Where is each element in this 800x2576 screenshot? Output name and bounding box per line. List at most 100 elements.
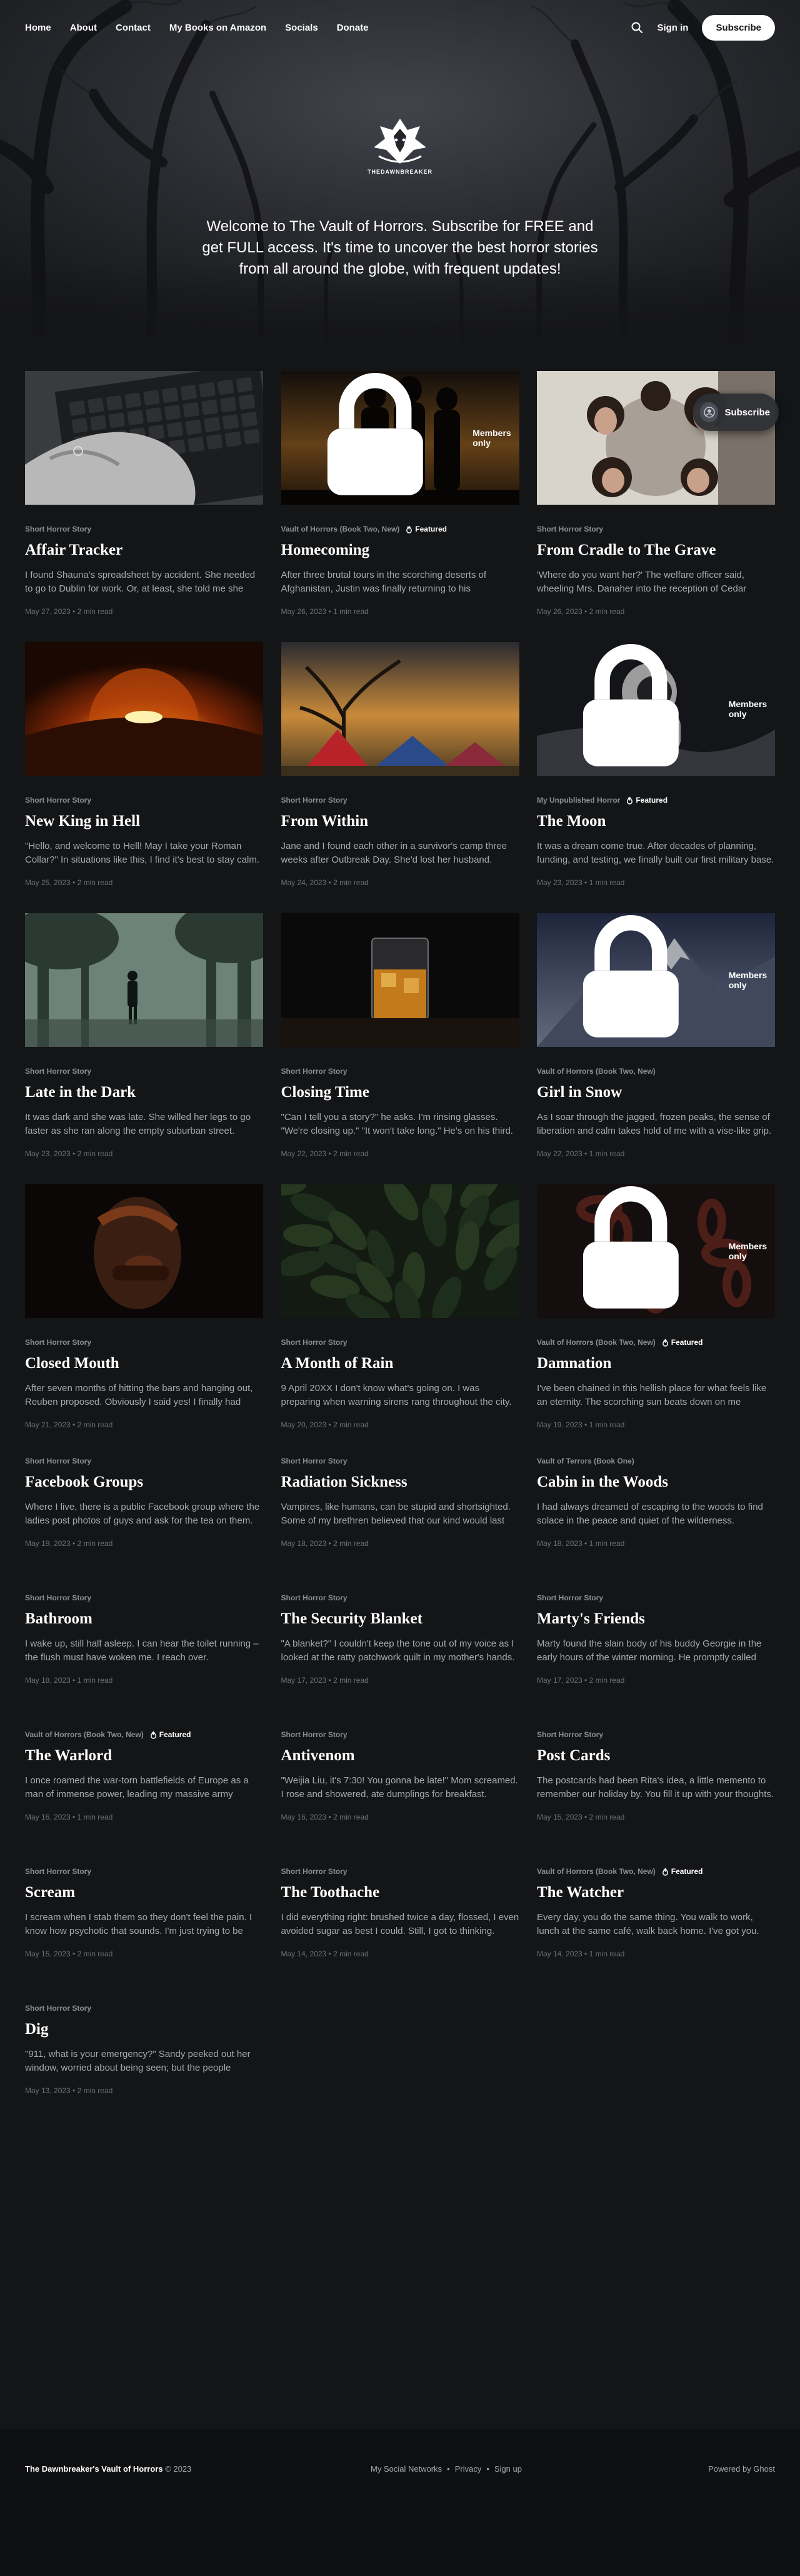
post-image[interactable] [25,642,263,776]
site-logo[interactable]: THEDAWNBREAKER [0,117,800,175]
post-title[interactable]: Marty's Friends [537,1610,775,1628]
post-tag[interactable]: Vault of Horrors (Book Two, New) [25,1730,144,1739]
post-title[interactable]: Closing Time [281,1083,519,1102]
post-card[interactable]: Short Horror Story From Within Jane and I … [281,642,519,913]
floating-subscribe-button[interactable]: Subscribe [692,394,779,431]
post-card[interactable]: Vault of Horrors (Book Two, New) Featured… [25,1729,263,1866]
nav-home[interactable]: Home [25,22,51,33]
post-title[interactable]: Scream [25,1883,263,1902]
nav-books-amazon[interactable]: My Books on Amazon [169,22,266,33]
post-title[interactable]: Facebook Groups [25,1473,263,1492]
post-title[interactable]: Post Cards [537,1746,775,1765]
post-image[interactable] [25,1184,263,1318]
post-tag[interactable]: Vault of Horrors (Book Two, New) [537,1867,656,1876]
post-title[interactable]: The Toothache [281,1883,519,1902]
post-title[interactable]: Homecoming [281,541,519,560]
footer-site-name[interactable]: The Dawnbreaker's Vault of Horrors [25,2464,163,2474]
post-tag[interactable]: Vault of Terrors (Book One) [537,1457,634,1465]
post-card[interactable]: Short Horror Story Post Cards The postcard… [537,1729,775,1866]
post-title[interactable]: Girl in Snow [537,1083,775,1102]
post-title[interactable]: Bathroom [25,1610,263,1628]
post-card[interactable]: Short Horror Story Bathroom I wake up, sti… [25,1592,263,1729]
post-title[interactable]: Antivenom [281,1746,519,1765]
nav-contact[interactable]: Contact [116,22,151,33]
post-card[interactable]: Short Horror Story The Toothache I did eve… [281,1866,519,2003]
post-tag[interactable]: Short Horror Story [537,1593,603,1602]
post-card[interactable]: Members only Vault of Horrors (Book Two, … [537,1184,775,1455]
post-title[interactable]: The Moon [537,812,775,831]
post-tag[interactable]: Short Horror Story [281,1593,348,1602]
post-title[interactable]: Closed Mouth [25,1354,263,1373]
post-title[interactable]: New King in Hell [25,812,263,831]
post-image[interactable] [281,913,519,1047]
post-card[interactable]: Short Horror Story Radiation Sickness Vamp… [281,1455,519,1592]
post-image[interactable] [281,1184,519,1318]
nav-donate[interactable]: Donate [337,22,369,33]
post-card[interactable]: Members only Vault of Horrors (Book Two, … [281,371,519,642]
post-card[interactable]: Short Horror Story Scream I scream when I … [25,1866,263,2003]
post-card[interactable]: Vault of Terrors (Book One) Cabin in the … [537,1455,775,1592]
post-card[interactable]: Members only My Unpublished Horror Feature… [537,642,775,913]
post-card[interactable]: Short Horror Story Closing Time "Can I tel… [281,913,519,1184]
post-tag[interactable]: Short Horror Story [281,1338,348,1347]
post-image[interactable] [25,913,263,1047]
post-card[interactable]: Short Horror Story Dig "911, what is your … [25,2003,263,2139]
post-title[interactable]: From Cradle to The Grave [537,541,775,560]
post-tag[interactable]: Short Horror Story [281,796,348,805]
post-tag[interactable]: Vault of Horrors (Book Two, New) [537,1338,656,1347]
post-image[interactable] [25,371,263,505]
post-tag[interactable]: Short Horror Story [537,525,603,533]
post-image[interactable]: Members only [537,913,775,1047]
post-title[interactable]: The Warlord [25,1746,263,1765]
post-card[interactable]: Short Horror Story Antivenom "Weijia Liu, … [281,1729,519,1866]
post-tag[interactable]: Short Horror Story [25,1867,91,1876]
post-title[interactable]: Cabin in the Woods [537,1473,775,1492]
nav-about[interactable]: About [70,22,97,33]
post-card[interactable]: Short Horror Story The Security Blanket "A… [281,1592,519,1729]
post-title[interactable]: Affair Tracker [25,541,263,560]
post-title[interactable]: The Security Blanket [281,1610,519,1628]
signin-link[interactable]: Sign in [657,22,688,33]
post-tag[interactable]: Short Horror Story [25,1067,91,1076]
post-title[interactable]: From Within [281,812,519,831]
post-card[interactable]: Short Horror Story Affair Tracker I found … [25,371,263,642]
post-image[interactable]: Members only [537,1184,775,1318]
post-tag[interactable]: Short Horror Story [281,1730,348,1739]
post-image[interactable] [537,371,775,505]
subscribe-button[interactable]: Subscribe [702,14,775,41]
post-tag[interactable]: Short Horror Story [281,1067,348,1076]
post-card[interactable]: Vault of Horrors (Book Two, New) Featured… [537,1866,775,2003]
nav-socials[interactable]: Socials [285,22,318,33]
post-title[interactable]: Damnation [537,1354,775,1373]
post-card[interactable]: Short Horror Story New King in Hell "Hello… [25,642,263,913]
footer-link-privacy[interactable]: Privacy [455,2464,482,2474]
post-tag[interactable]: Short Horror Story [25,525,91,533]
post-card[interactable]: Short Horror Story Closed Mouth After seve… [25,1184,263,1455]
post-image[interactable]: Members only [537,642,775,776]
post-card[interactable]: Members only Vault of Horrors (Book Two, … [537,913,775,1184]
post-title[interactable]: The Watcher [537,1883,775,1902]
post-tag[interactable]: Vault of Horrors (Book Two, New) [281,525,400,533]
post-tag[interactable]: My Unpublished Horror [537,796,620,805]
powered-by-ghost[interactable]: Powered by Ghost [708,2464,775,2474]
search-icon[interactable] [631,21,643,34]
post-tag[interactable]: Short Horror Story [25,2004,91,2013]
post-card[interactable]: Short Horror Story Late in the Dark It was… [25,913,263,1184]
post-title[interactable]: A Month of Rain [281,1354,519,1373]
post-tag[interactable]: Short Horror Story [281,1867,348,1876]
post-image[interactable] [281,642,519,776]
post-card[interactable]: Short Horror Story Facebook Groups Where I… [25,1455,263,1592]
post-tag[interactable]: Short Horror Story [25,1338,91,1347]
post-card[interactable]: Short Horror Story A Month of Rain 9 April… [281,1184,519,1455]
post-title[interactable]: Radiation Sickness [281,1473,519,1492]
post-card[interactable]: Short Horror Story Marty's Friends Marty f… [537,1592,775,1729]
post-tag[interactable]: Short Horror Story [25,1457,91,1465]
footer-link-social-networks[interactable]: My Social Networks [371,2464,442,2474]
post-image[interactable]: Members only [281,371,519,505]
post-tag[interactable]: Short Horror Story [537,1730,603,1739]
post-tag[interactable]: Short Horror Story [25,796,91,805]
post-tag[interactable]: Vault of Horrors (Book Two, New) [537,1067,656,1076]
footer-link-signup[interactable]: Sign up [494,2464,522,2474]
post-tag[interactable]: Short Horror Story [281,1457,348,1465]
post-title[interactable]: Dig [25,2020,263,2039]
